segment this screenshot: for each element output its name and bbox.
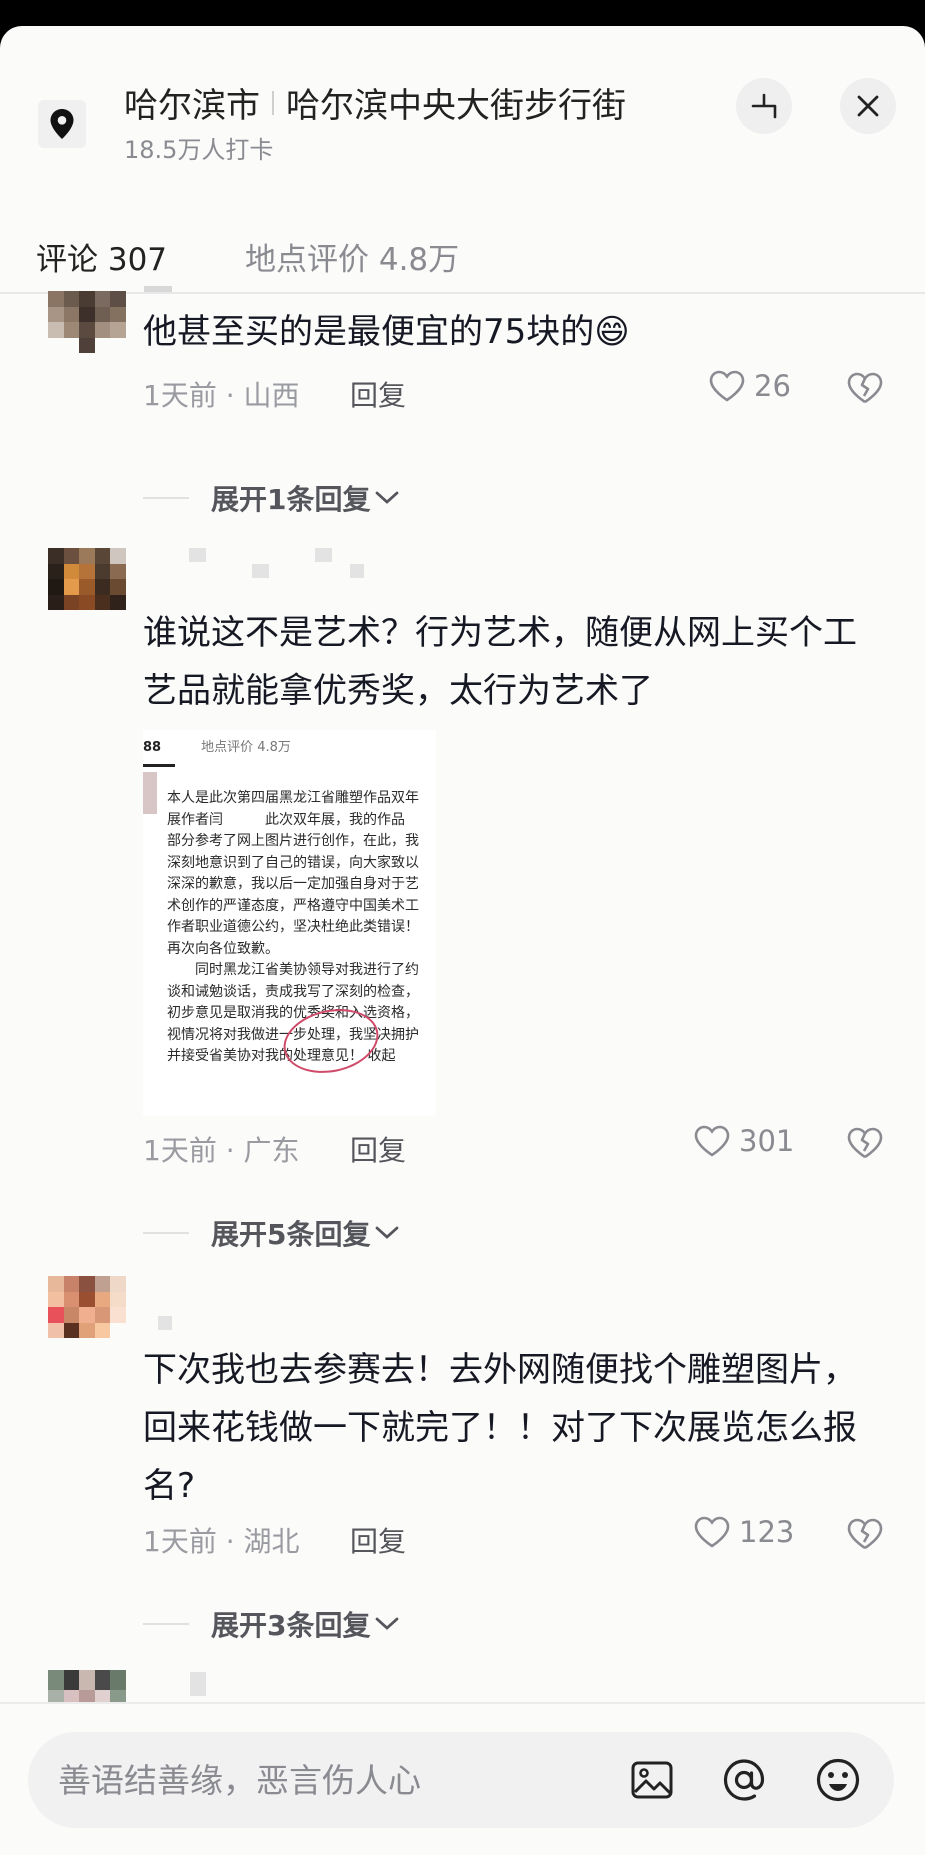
close-icon [857, 95, 879, 117]
collapse-button[interactable] [736, 78, 792, 134]
expand-line [143, 1232, 189, 1234]
expand-replies-button[interactable]: 展开5条回复 [143, 1213, 400, 1253]
blurred-username [315, 548, 332, 562]
avatar[interactable] [48, 548, 126, 626]
reply-button[interactable]: 回复 [350, 1129, 406, 1169]
broken-heart-icon [847, 372, 883, 404]
like-button[interactable]: 301 [693, 1124, 794, 1158]
image-tab-indicator [143, 764, 175, 767]
dislike-button[interactable] [846, 1126, 884, 1164]
heart-icon [709, 370, 745, 402]
expand-line [143, 497, 189, 499]
blurred-username [189, 548, 206, 562]
comment-input[interactable] [58, 1732, 618, 1828]
comment-input-bar [0, 1702, 925, 1855]
image-side-thumb [143, 772, 157, 814]
comment-meta: 1天前 · 湖北 [143, 1525, 300, 1558]
image-header: 88 地点评价 4.8万 [143, 740, 291, 755]
avatar[interactable] [48, 1276, 126, 1354]
location-title[interactable]: 哈尔滨市 哈尔滨中央大街步行街 [124, 78, 626, 127]
heart-icon [694, 1125, 730, 1157]
chevron-down-icon [376, 491, 399, 504]
expand-label: 展开3条回复 [211, 1609, 371, 1642]
reply-button[interactable]: 回复 [350, 1520, 406, 1560]
comment-meta: 1天前 · 山西 [143, 379, 300, 412]
title-separator [272, 90, 274, 115]
heart-icon [694, 1516, 730, 1548]
location-pin-icon [38, 100, 86, 148]
dislike-button[interactable] [846, 1517, 884, 1555]
location-place: 哈尔滨中央大街步行街 [286, 86, 626, 126]
broken-heart-icon [847, 1518, 883, 1550]
close-button[interactable] [840, 78, 896, 134]
like-count: 301 [739, 1124, 795, 1158]
like-button[interactable]: 123 [693, 1515, 794, 1549]
chevron-down-icon [376, 1617, 399, 1630]
comment-text: 下次我也去参赛去！去外网随便找个雕塑图片，回来花钱做一下就完了！！对了下次展览怎… [143, 1350, 857, 1506]
blurred-username [252, 564, 269, 578]
comment-image[interactable]: 88 地点评价 4.8万 本人是此次第四届黑龙江省雕塑作品双年 展作者闫 此次双年… [143, 730, 436, 1116]
expand-replies-button[interactable]: 展开1条回复 [143, 478, 400, 518]
like-count: 123 [739, 1515, 795, 1549]
like-count: 26 [754, 369, 791, 403]
expand-label: 展开5条回复 [211, 1218, 371, 1251]
broken-heart-icon [847, 1127, 883, 1159]
blurred-username [190, 1672, 206, 1696]
location-city: 哈尔滨市 [124, 86, 260, 126]
avatar[interactable] [48, 291, 126, 369]
checkin-count: 18.5万人打卡 [124, 136, 274, 164]
mention-icon[interactable] [720, 1756, 768, 1804]
like-button[interactable]: 26 [708, 369, 791, 403]
dislike-button[interactable] [846, 371, 884, 409]
tab-place-reviews[interactable]: 地点评价 4.8万 [245, 234, 459, 279]
tab-comments[interactable]: 评论 307 [36, 234, 167, 279]
comment-input-container [28, 1732, 894, 1828]
chevron-down-icon [376, 1226, 399, 1239]
blurred-username [350, 564, 364, 578]
comment-sheet: 哈尔滨市 哈尔滨中央大街步行街 18.5万人打卡 评论 307 地点评价 4.8… [0, 26, 925, 1855]
reply-button[interactable]: 回复 [350, 374, 406, 414]
comment-text: 他甚至买的是最便宜的75块的😄 [143, 312, 630, 352]
image-picker-icon[interactable] [628, 1756, 676, 1804]
blurred-username [158, 1316, 172, 1330]
blurred-username [144, 286, 172, 292]
collapse-icon [751, 93, 777, 119]
expand-line [143, 1623, 189, 1625]
tabs-divider [0, 292, 925, 294]
expand-label: 展开1条回复 [211, 483, 371, 516]
comment-text: 谁说这不是艺术？行为艺术，随便从网上买个工艺品就能拿优秀奖，太行为艺术了 [143, 613, 857, 711]
emoji-icon[interactable] [814, 1756, 862, 1804]
comment-meta: 1天前 · 广东 [143, 1134, 300, 1167]
expand-replies-button[interactable]: 展开3条回复 [143, 1604, 400, 1644]
